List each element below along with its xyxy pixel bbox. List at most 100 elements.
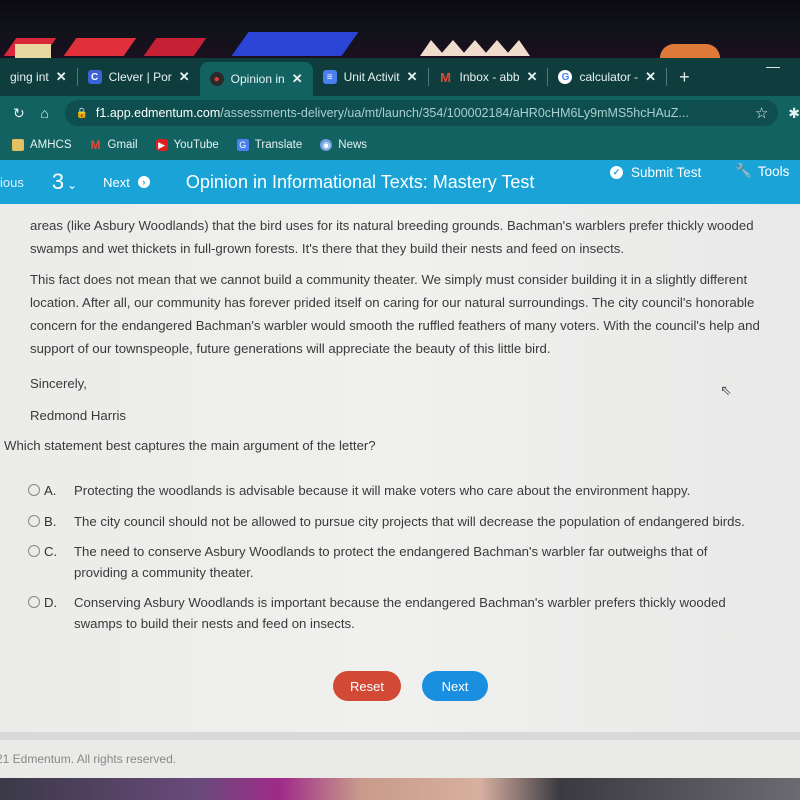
question-number-dropdown[interactable]: 3 ⌄ [52, 169, 77, 195]
option-letter: A. [44, 483, 57, 498]
passage-paragraph: areas (like Asbury Woodlands) that the b… [30, 214, 800, 260]
bookmark-gmail[interactable]: M Gmail [90, 138, 138, 152]
browser-tab-bar: ging int ✕ C Clever | Por ✕ ● Opinion in… [0, 58, 800, 96]
tab-title: ging int [10, 70, 49, 84]
arrow-right-circle-icon: › [137, 176, 150, 188]
bookmark-news[interactable]: ◉ News [320, 139, 367, 151]
gmail-icon: M [90, 138, 101, 152]
question-number: 3 [51, 169, 65, 194]
wallpaper-art [231, 32, 359, 56]
submit-test-button[interactable]: ✓ Submit Test [610, 165, 701, 180]
previous-button[interactable]: ious [0, 175, 24, 190]
reload-icon[interactable]: ↻ [6, 105, 32, 122]
chevron-down-icon: ⌄ [67, 178, 78, 192]
bookmark-youtube[interactable]: ▶ YouTube [155, 139, 219, 151]
radio-button[interactable] [28, 515, 40, 527]
toolbar-next-label: Next [103, 174, 130, 190]
browser-tab[interactable]: M Inbox - abb ✕ [429, 62, 548, 92]
folder-icon [12, 139, 24, 151]
tab-title: Opinion in [230, 72, 285, 86]
submit-test-label: Submit Test [631, 165, 702, 180]
reset-button[interactable]: Reset [333, 671, 401, 701]
tab-title: calculator - [579, 70, 639, 84]
clever-icon: C [87, 70, 102, 84]
url-path: /assessments-delivery/ua/mt/launch/354/1… [220, 106, 689, 120]
letter-closing: Sincerely, [30, 376, 87, 391]
answer-option-d[interactable]: D. Conserving Asbury Woodlands is import… [28, 592, 798, 634]
docs-icon: ≡ [322, 70, 337, 84]
option-text: Conserving Asbury Woodlands is important… [74, 595, 726, 631]
answer-option-b[interactable]: B. The city council should not be allowe… [28, 511, 798, 532]
passage-line: areas (like Asbury Woodlands) that the b… [30, 218, 754, 233]
radio-button[interactable] [28, 596, 40, 608]
option-text: The need to conserve Asbury Woodlands to… [74, 544, 708, 580]
edmentum-icon: ● [209, 72, 224, 86]
address-bar-row: ↻ ⌂ 🔒 f1.app.edmentum.com /assessments-d… [0, 96, 800, 130]
bookmark-star-icon[interactable]: ☆ [755, 104, 768, 122]
check-circle-icon: ✓ [610, 166, 623, 179]
close-tab-icon[interactable]: ✕ [407, 69, 418, 85]
bookmark-label: Gmail [107, 139, 138, 151]
news-icon: ◉ [320, 139, 333, 151]
passage-line: location. After all, our community has f… [30, 295, 755, 310]
desktop-wallpaper [0, 0, 800, 58]
bookmark-label: YouTube [173, 139, 219, 151]
answer-option-a[interactable]: A. Protecting the woodlands is advisable… [28, 480, 798, 501]
bookmark-amhcs[interactable]: AMHCS [12, 139, 72, 151]
answer-options: A. Protecting the woodlands is advisable… [28, 480, 798, 634]
passage-line: concern for the endangered Bachman's war… [30, 318, 760, 333]
close-tab-icon[interactable]: ✕ [292, 71, 303, 87]
home-icon[interactable]: ⌂ [32, 105, 58, 121]
browser-tab[interactable]: ≡ Unit Activit ✕ [313, 62, 428, 92]
test-toolbar: ious 3 ⌄ Next › Opinion in Informational… [0, 160, 800, 204]
content-divider [0, 732, 800, 740]
browser-tab[interactable]: ging int ✕ [0, 62, 77, 92]
tools-button[interactable]: 🔧 Tools [735, 163, 789, 179]
page-footer: 21 Edmentum. All rights reserved. [0, 740, 800, 778]
radio-button[interactable] [28, 545, 40, 557]
question-prompt: Which statement best captures the main a… [4, 438, 376, 453]
google-icon: G [558, 70, 573, 84]
wallpaper-art [660, 44, 720, 58]
url-input[interactable]: 🔒 f1.app.edmentum.com /assessments-deliv… [65, 100, 779, 126]
next-button[interactable]: Next [422, 671, 488, 701]
question-content: areas (like Asbury Woodlands) that the b… [0, 204, 800, 740]
wallpaper-art [143, 38, 207, 56]
browser-tab-active[interactable]: ● Opinion in ✕ [199, 62, 313, 96]
browser-tab[interactable]: G calculator - ✕ [548, 62, 666, 92]
translate-icon: G [236, 139, 249, 151]
minimize-icon[interactable]: — [766, 58, 780, 74]
radio-button[interactable] [28, 484, 40, 496]
wrench-icon: 🔧 [735, 163, 752, 178]
desktop-background [0, 778, 800, 800]
extensions-puzzle-icon[interactable]: ✱ [788, 105, 800, 122]
bookmark-translate[interactable]: G Translate [236, 139, 302, 151]
bookmark-label: News [338, 139, 368, 151]
option-letter: C. [44, 544, 58, 559]
wallpaper-art [420, 40, 530, 56]
close-tab-icon[interactable]: ✕ [56, 69, 67, 85]
toolbar-next-button[interactable]: Next › [103, 175, 150, 190]
reading-passage: areas (like Asbury Woodlands) that the b… [30, 214, 800, 368]
passage-line: This fact does not mean that we cannot b… [30, 272, 748, 287]
wallpaper-art [15, 44, 51, 58]
answer-option-c[interactable]: C. The need to conserve Asbury Woodlands… [28, 541, 798, 583]
option-letter: D. [44, 595, 58, 610]
browser-tab[interactable]: C Clever | Por ✕ [78, 62, 200, 92]
tools-label: Tools [757, 163, 790, 179]
letter-signature: Redmond Harris [30, 408, 127, 423]
tab-title: Clever | Por [108, 70, 172, 84]
url-host: f1.app.edmentum.com [95, 106, 221, 120]
passage-line: swamps and wet thickets in full-grown fo… [30, 241, 625, 256]
wallpaper-art [63, 38, 137, 56]
close-tab-icon[interactable]: ✕ [645, 69, 656, 85]
close-tab-icon[interactable]: ✕ [527, 69, 538, 85]
option-text: The city council should not be allowed t… [74, 514, 745, 529]
close-tab-icon[interactable]: ✕ [179, 69, 190, 85]
new-tab-button[interactable]: + [679, 67, 690, 88]
test-title: Opinion in Informational Texts: Mastery … [185, 171, 535, 192]
youtube-icon: ▶ [155, 139, 168, 151]
option-letter: B. [44, 514, 57, 529]
tab-title: Inbox - abb [459, 70, 520, 84]
option-text: Protecting the woodlands is advisable be… [74, 483, 691, 498]
